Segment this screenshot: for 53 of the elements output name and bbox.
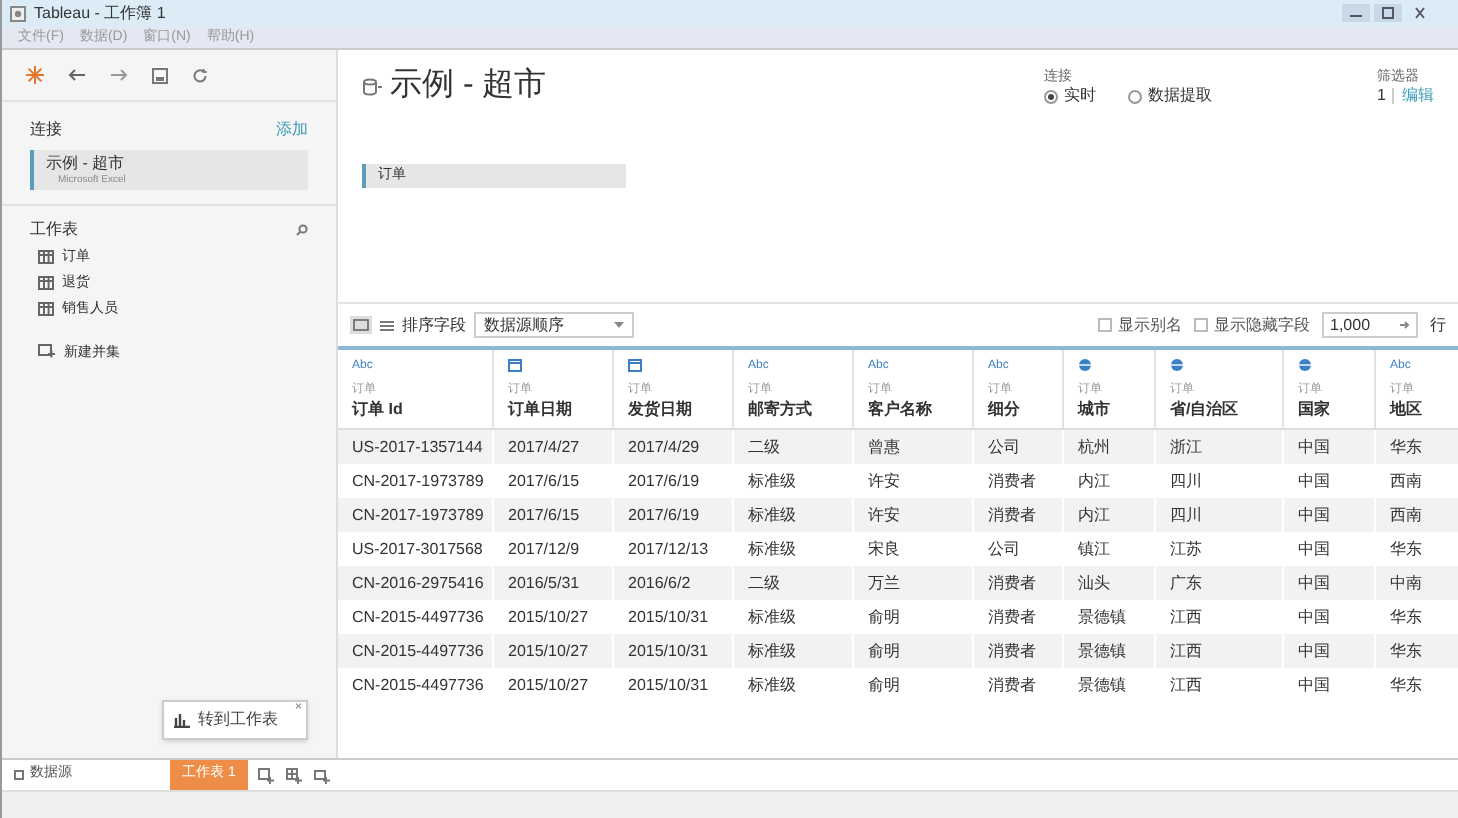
table-cell: 景德镇 [1064,668,1156,702]
logo-icon[interactable] [26,66,44,84]
table-cell: 江西 [1156,668,1284,702]
maximize-icon[interactable] [1374,4,1402,22]
table-icon [38,250,54,265]
minimize-icon[interactable] [1342,4,1370,22]
table-cell: 2015/10/27 [494,668,614,702]
union-icon [38,344,56,361]
section-label: 工作表 [30,218,78,243]
table-cell: CN-2015-4497736 [338,668,494,702]
table-cell: 2015/10/31 [614,668,734,702]
globe-icon [1298,358,1312,372]
table-icon [38,302,54,317]
connection-name: 示例 - 超市 [46,154,127,174]
table-cell: 俞明 [854,668,974,702]
checkbox[interactable]: 显示别名 [1098,313,1182,337]
table-cell: 中国 [1284,668,1376,702]
new-story-icon[interactable] [313,767,330,783]
caret-icon [614,322,624,328]
app-icon [10,5,26,21]
database-icon [362,77,382,95]
list-view-icon[interactable] [380,319,394,331]
refresh-icon[interactable] [192,67,208,83]
back-icon[interactable] [68,68,86,82]
database-icon [14,770,24,780]
sort-dropdown[interactable]: 数据源顺序 [474,312,634,338]
filters-count: 1 [1377,88,1394,104]
table-cell: 消费者 [974,668,1064,702]
connection-radio[interactable]: 数据提取 [1128,88,1212,104]
rows-field[interactable]: 1,000 [1322,312,1418,338]
calendar-icon [628,358,642,372]
table-cell: 华东 [1376,668,1458,702]
rows-label: 行 [1430,313,1446,337]
save-icon[interactable] [152,67,168,83]
calendar-icon [508,358,522,372]
table-cell: 标准级 [734,668,854,702]
tooltip-text[interactable]: 转到工作表 [198,708,278,732]
bar-chart-icon [174,713,190,727]
connection-radio[interactable]: 实时 [1044,88,1096,104]
grid-view-icon[interactable] [350,316,372,334]
globe-icon [1170,358,1184,372]
table-icon [38,276,54,291]
window-title: Tableau - 工作簿 1 [34,5,166,21]
checkbox[interactable]: 显示隐藏字段 [1194,313,1310,337]
section-label: 连接 [30,118,62,142]
new-dashboard-icon[interactable] [285,767,302,783]
search-icon[interactable] [296,224,308,237]
new-sheet-icon[interactable] [257,767,274,783]
sort-label: 排序字段 [402,313,466,337]
datasource-title: 示例 - 超市 [390,70,547,102]
arrow-icon [1400,320,1410,330]
forward-icon[interactable] [110,68,128,82]
globe-icon [1078,358,1092,372]
